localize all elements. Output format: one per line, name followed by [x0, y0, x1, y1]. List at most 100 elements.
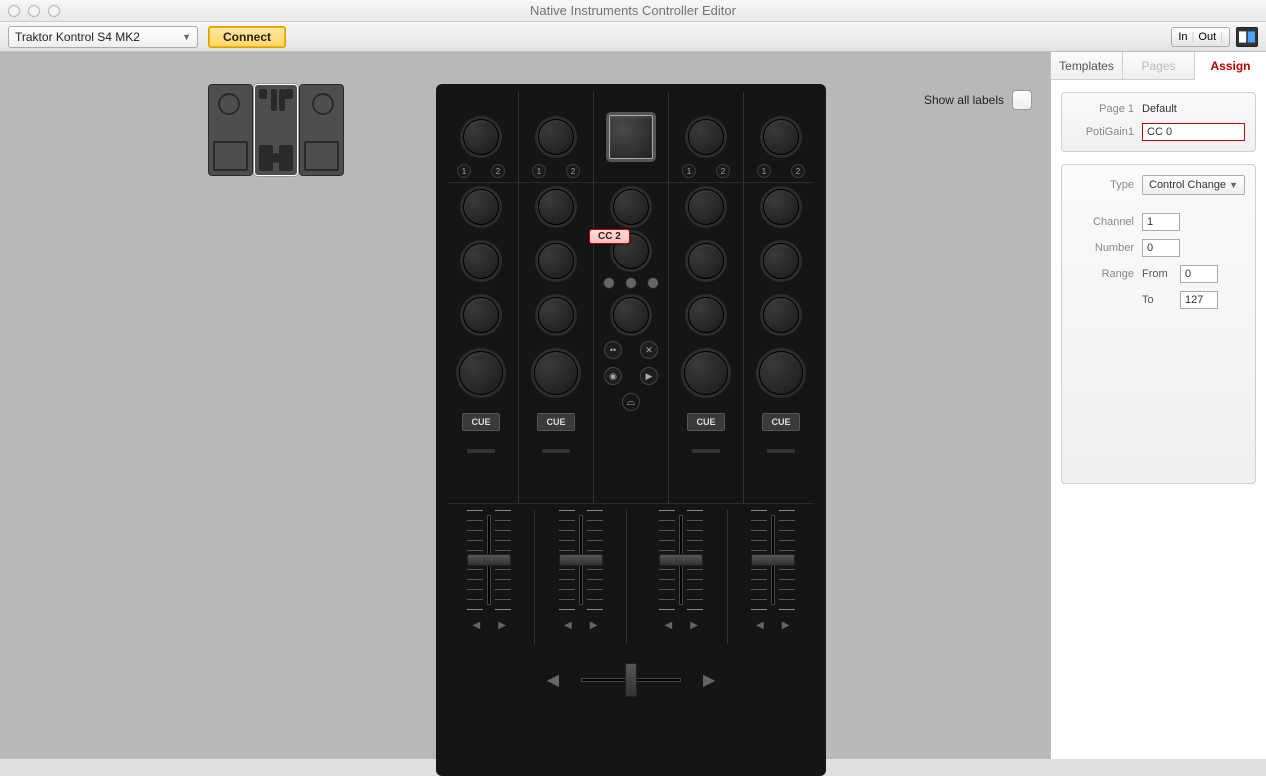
- device-select-value: Traktor Kontrol S4 MK2: [15, 30, 140, 44]
- fx1-knob[interactable]: [463, 119, 499, 155]
- fx4-assign-2[interactable]: 2: [791, 164, 805, 178]
- ch4-cue-button[interactable]: CUE: [762, 413, 800, 431]
- ch2-cue-button[interactable]: CUE: [537, 413, 575, 431]
- ch2-hi-knob[interactable]: [538, 243, 574, 279]
- ni-logo-icon: [1236, 27, 1258, 47]
- meter-dot: [603, 277, 615, 289]
- ch2-gain-knob[interactable]: [538, 189, 574, 225]
- ch3-filter-knob[interactable]: [684, 351, 728, 395]
- ch2-filter-knob[interactable]: [534, 351, 578, 395]
- channel-1: CUE: [444, 183, 519, 503]
- fader-col-2: ◀▶: [535, 510, 626, 644]
- main-toolbar: Traktor Kontrol S4 MK2 ▼ Connect In | Ou…: [0, 22, 1266, 52]
- device-mixer-panel: 1 2 1 2 1: [436, 84, 826, 776]
- ch3-gain-knob[interactable]: [688, 189, 724, 225]
- channel-field[interactable]: 1: [1142, 213, 1180, 231]
- control-label: PotiGain1: [1072, 126, 1134, 138]
- ch1-meter: [467, 449, 495, 453]
- fader-col-1: ◀▶: [444, 510, 535, 644]
- tab-assign[interactable]: Assign: [1195, 53, 1266, 80]
- number-field[interactable]: 0: [1142, 239, 1180, 257]
- fx2-assign-2[interactable]: 2: [566, 164, 580, 178]
- device-canvas: Show all labels 1 2 1 2: [0, 52, 1050, 759]
- arrow-right-icon[interactable]: ▶: [782, 620, 790, 631]
- overview-left-deck[interactable]: [208, 84, 253, 176]
- selected-control-label: CC 2: [589, 229, 630, 244]
- channel-label: Channel: [1072, 216, 1134, 228]
- fx3-assign-1[interactable]: 1: [682, 164, 696, 178]
- ch3-cue-button[interactable]: CUE: [687, 413, 725, 431]
- range-to-field[interactable]: 127: [1180, 291, 1218, 309]
- fx1-assign-2[interactable]: 2: [491, 164, 505, 178]
- ch3-hi-knob[interactable]: [688, 243, 724, 279]
- overview-right-deck[interactable]: [299, 84, 344, 176]
- ch1-hi-knob[interactable]: [463, 243, 499, 279]
- ch1-filter-knob[interactable]: [459, 351, 503, 395]
- fx4-knob[interactable]: [763, 119, 799, 155]
- arrow-left-icon[interactable]: ◀: [665, 620, 673, 631]
- ch4-gain-knob[interactable]: [763, 189, 799, 225]
- master-gain-knob[interactable]: [613, 189, 649, 225]
- arrow-left-icon[interactable]: ◀: [473, 620, 481, 631]
- arrow-left-icon[interactable]: ◀: [564, 620, 572, 631]
- fx3-assign-2[interactable]: 2: [716, 164, 730, 178]
- cue-vol-knob[interactable]: [613, 297, 649, 333]
- fader-col-3: ◀▶: [636, 510, 727, 644]
- ch4-fader[interactable]: [745, 510, 801, 610]
- ch3-meter: [692, 449, 720, 453]
- page-label: Page 1: [1072, 103, 1134, 115]
- ch1-cue-button[interactable]: CUE: [462, 413, 500, 431]
- fx2-assign-1[interactable]: 1: [532, 164, 546, 178]
- ch3-fader[interactable]: [653, 510, 709, 610]
- ch1-mid-knob[interactable]: [463, 297, 499, 333]
- fx1-assign-1[interactable]: 1: [457, 164, 471, 178]
- arrow-left-icon[interactable]: ◀: [756, 620, 764, 631]
- ch2-meter: [542, 449, 570, 453]
- control-name-field[interactable]: CC 0: [1142, 123, 1245, 141]
- ch4-mid-knob[interactable]: [763, 297, 799, 333]
- snap-button[interactable]: ••: [604, 341, 622, 359]
- fx3-knob[interactable]: [688, 119, 724, 155]
- meter-dot: [647, 277, 659, 289]
- ch4-hi-knob[interactable]: [763, 243, 799, 279]
- fx-strip-4: 1 2: [744, 92, 818, 182]
- ch2-mid-knob[interactable]: [538, 297, 574, 333]
- play-button[interactable]: ▶: [640, 367, 658, 385]
- ch1-gain-knob[interactable]: [463, 189, 499, 225]
- arrow-right-icon[interactable]: ▶: [690, 620, 698, 631]
- show-all-labels-checkbox[interactable]: [1012, 90, 1032, 110]
- fx2-knob[interactable]: [538, 119, 574, 155]
- channel-3: CUE: [669, 183, 744, 503]
- tab-templates[interactable]: Templates: [1051, 52, 1123, 79]
- ch2-fader[interactable]: [553, 510, 609, 610]
- device-select[interactable]: Traktor Kontrol S4 MK2 ▼: [8, 26, 198, 48]
- crossfader[interactable]: [571, 660, 691, 700]
- range-from-field[interactable]: 0: [1180, 265, 1218, 283]
- browse-encoder[interactable]: [609, 115, 653, 159]
- chevron-down-icon: ▼: [1229, 180, 1238, 190]
- channel-2: CUE: [519, 183, 594, 503]
- fx4-assign-1[interactable]: 1: [757, 164, 771, 178]
- window-title: Native Instruments Controller Editor: [0, 3, 1266, 18]
- number-label: Number: [1072, 242, 1134, 254]
- fx-strip-3: 1 2: [669, 92, 744, 182]
- ch3-mid-knob[interactable]: [688, 297, 724, 333]
- rec-button[interactable]: ◉: [604, 367, 622, 385]
- quant-button[interactable]: ✕: [640, 341, 658, 359]
- ch4-filter-knob[interactable]: [759, 351, 803, 395]
- device-overview[interactable]: [208, 84, 344, 176]
- channel-center: CC 2 •• ✕ ◉ ▶: [594, 183, 669, 503]
- ch1-fader[interactable]: [461, 510, 517, 610]
- arrow-right-icon[interactable]: ▶: [498, 620, 506, 631]
- browse-strip: [594, 92, 669, 182]
- midi-io-buttons[interactable]: In | Out |: [1171, 27, 1230, 47]
- fader-col-4: ◀▶: [728, 510, 818, 644]
- type-select[interactable]: Control Change ▼: [1142, 175, 1245, 195]
- channel-4: CUE: [744, 183, 818, 503]
- arrow-right-icon[interactable]: ▶: [590, 620, 598, 631]
- overview-mixer[interactable]: [254, 84, 299, 176]
- connect-button[interactable]: Connect: [208, 26, 286, 48]
- tab-pages[interactable]: Pages: [1123, 52, 1195, 79]
- fx-strip-2: 1 2: [519, 92, 594, 182]
- chevron-down-icon: ▼: [182, 32, 191, 42]
